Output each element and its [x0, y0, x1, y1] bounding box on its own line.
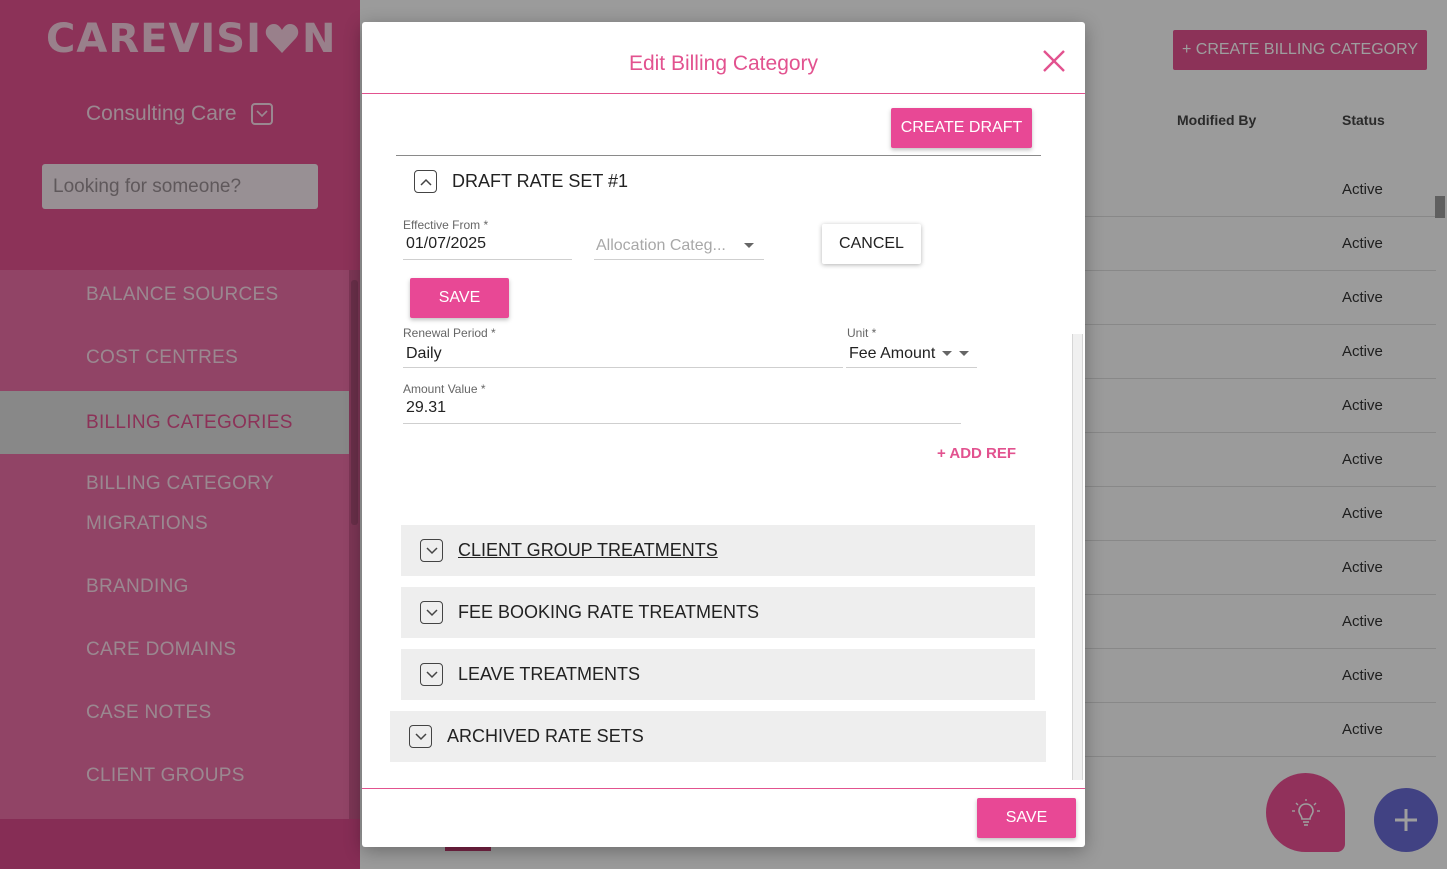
chevron-down-icon[interactable] [409, 725, 432, 748]
section-label: ARCHIVED RATE SETS [447, 726, 644, 746]
renewal-period-field[interactable]: Daily [406, 345, 442, 363]
create-draft-button[interactable]: CREATE DRAFT [891, 108, 1032, 148]
dialog-scrollbar[interactable] [1072, 334, 1083, 780]
unit-select[interactable]: Fee Amount [849, 345, 935, 363]
allocation-underline [594, 259, 764, 260]
effective-from-label: Effective From * [403, 218, 489, 232]
close-icon[interactable] [1042, 49, 1066, 73]
amount-underline [403, 423, 961, 424]
section-label: LEAVE TREATMENTS [458, 664, 641, 684]
archived-rate-sets-section[interactable]: ARCHIVED RATE SETS [390, 711, 1046, 762]
effective-from-field[interactable]: 01/07/2025 [406, 235, 486, 253]
chevron-down-icon[interactable] [420, 601, 443, 624]
unit-underline [846, 367, 977, 368]
footer-divider [362, 788, 1085, 789]
effective-from-underline [403, 259, 572, 260]
allocation-category-select[interactable]: Allocation Categ... [596, 237, 726, 255]
draft-save-button[interactable]: SAVE [410, 278, 509, 318]
caret-down-icon[interactable] [942, 351, 952, 356]
draft-rate-set-title: DRAFT RATE SET #1 [452, 171, 629, 191]
renewal-period-label: Renewal Period * [403, 326, 496, 340]
footer-save-button[interactable]: SAVE [977, 798, 1076, 838]
edit-billing-category-dialog: Edit Billing Category CREATE DRAFT DRAFT… [362, 22, 1085, 847]
unit-label: Unit * [847, 326, 877, 340]
draft-rate-set-header[interactable]: DRAFT RATE SET #1 [414, 170, 628, 193]
client-group-treatments-section[interactable]: CLIENT GROUP TREATMENTS [401, 525, 1035, 576]
chevron-down-icon[interactable] [420, 539, 443, 562]
caret-down-icon[interactable] [959, 351, 969, 356]
section-label: FEE BOOKING RATE TREATMENTS [458, 602, 760, 622]
section-divider [396, 155, 1041, 156]
section-label: CLIENT GROUP TREATMENTS [458, 540, 718, 560]
header-divider [362, 93, 1085, 94]
amount-value-field[interactable]: 29.31 [406, 399, 446, 417]
add-ref-button[interactable]: + ADD REF [937, 445, 1016, 462]
amount-value-label: Amount Value * [403, 382, 486, 396]
caret-down-icon[interactable] [744, 243, 754, 248]
chevron-up-icon[interactable] [414, 170, 437, 193]
cancel-button[interactable]: CANCEL [822, 224, 921, 264]
renewal-underline [403, 367, 843, 368]
dialog-title: Edit Billing Category [628, 52, 819, 75]
leave-treatments-section[interactable]: LEAVE TREATMENTS [401, 649, 1035, 700]
fee-booking-rate-treatments-section[interactable]: FEE BOOKING RATE TREATMENTS [401, 587, 1035, 638]
chevron-down-icon[interactable] [420, 663, 443, 686]
